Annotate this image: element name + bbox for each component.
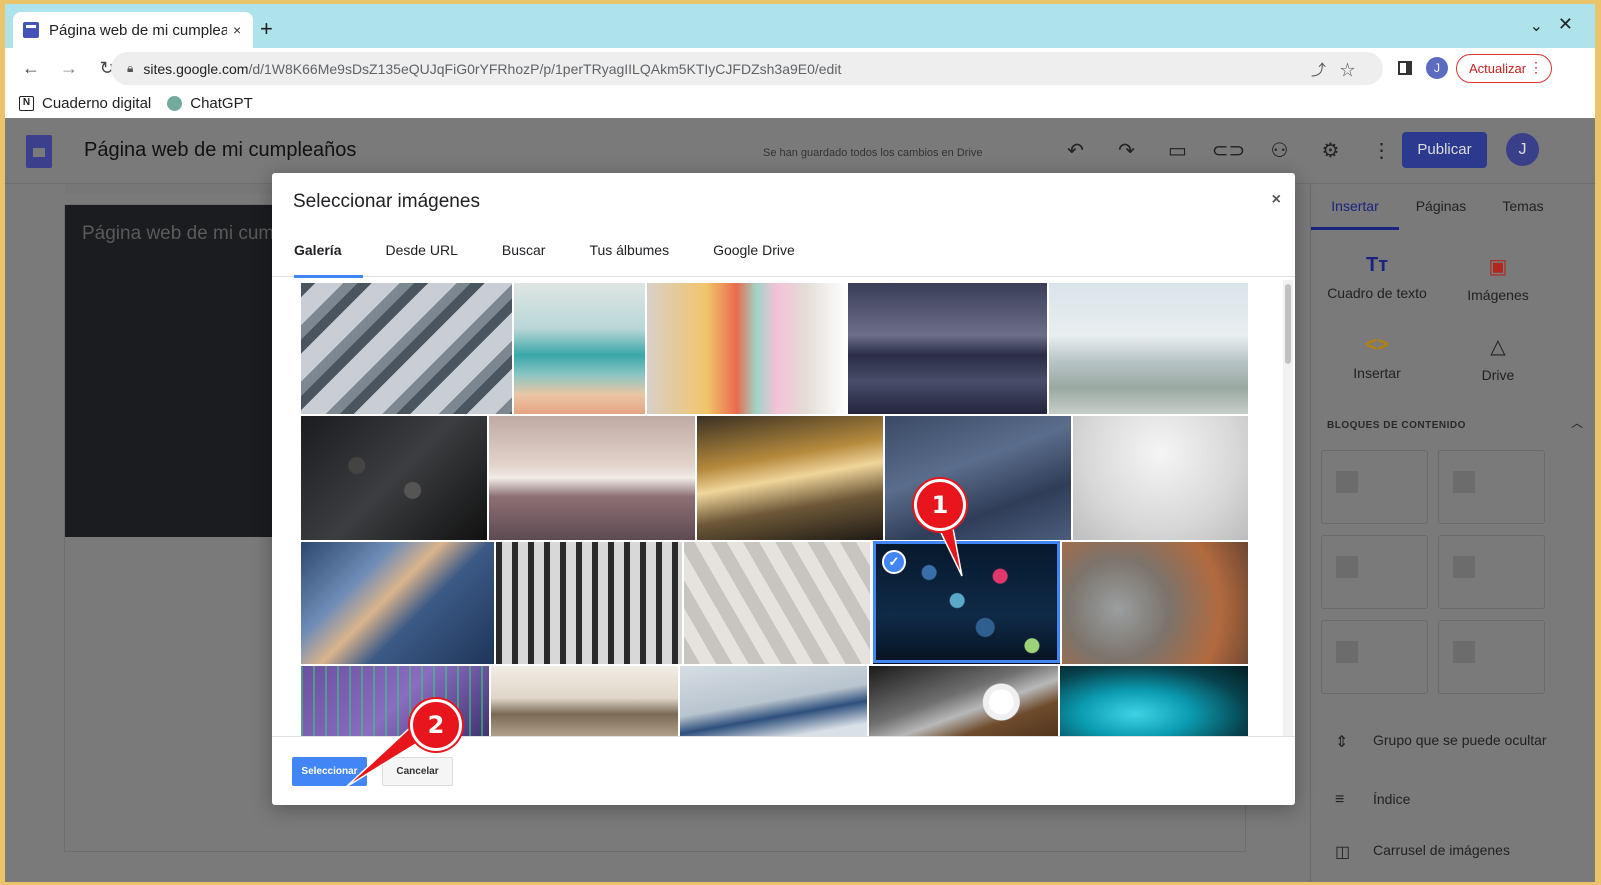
step-badge-2: 2 — [410, 699, 462, 751]
annotation-arrows — [345, 500, 963, 788]
step-badge-1: 1 — [914, 479, 966, 531]
